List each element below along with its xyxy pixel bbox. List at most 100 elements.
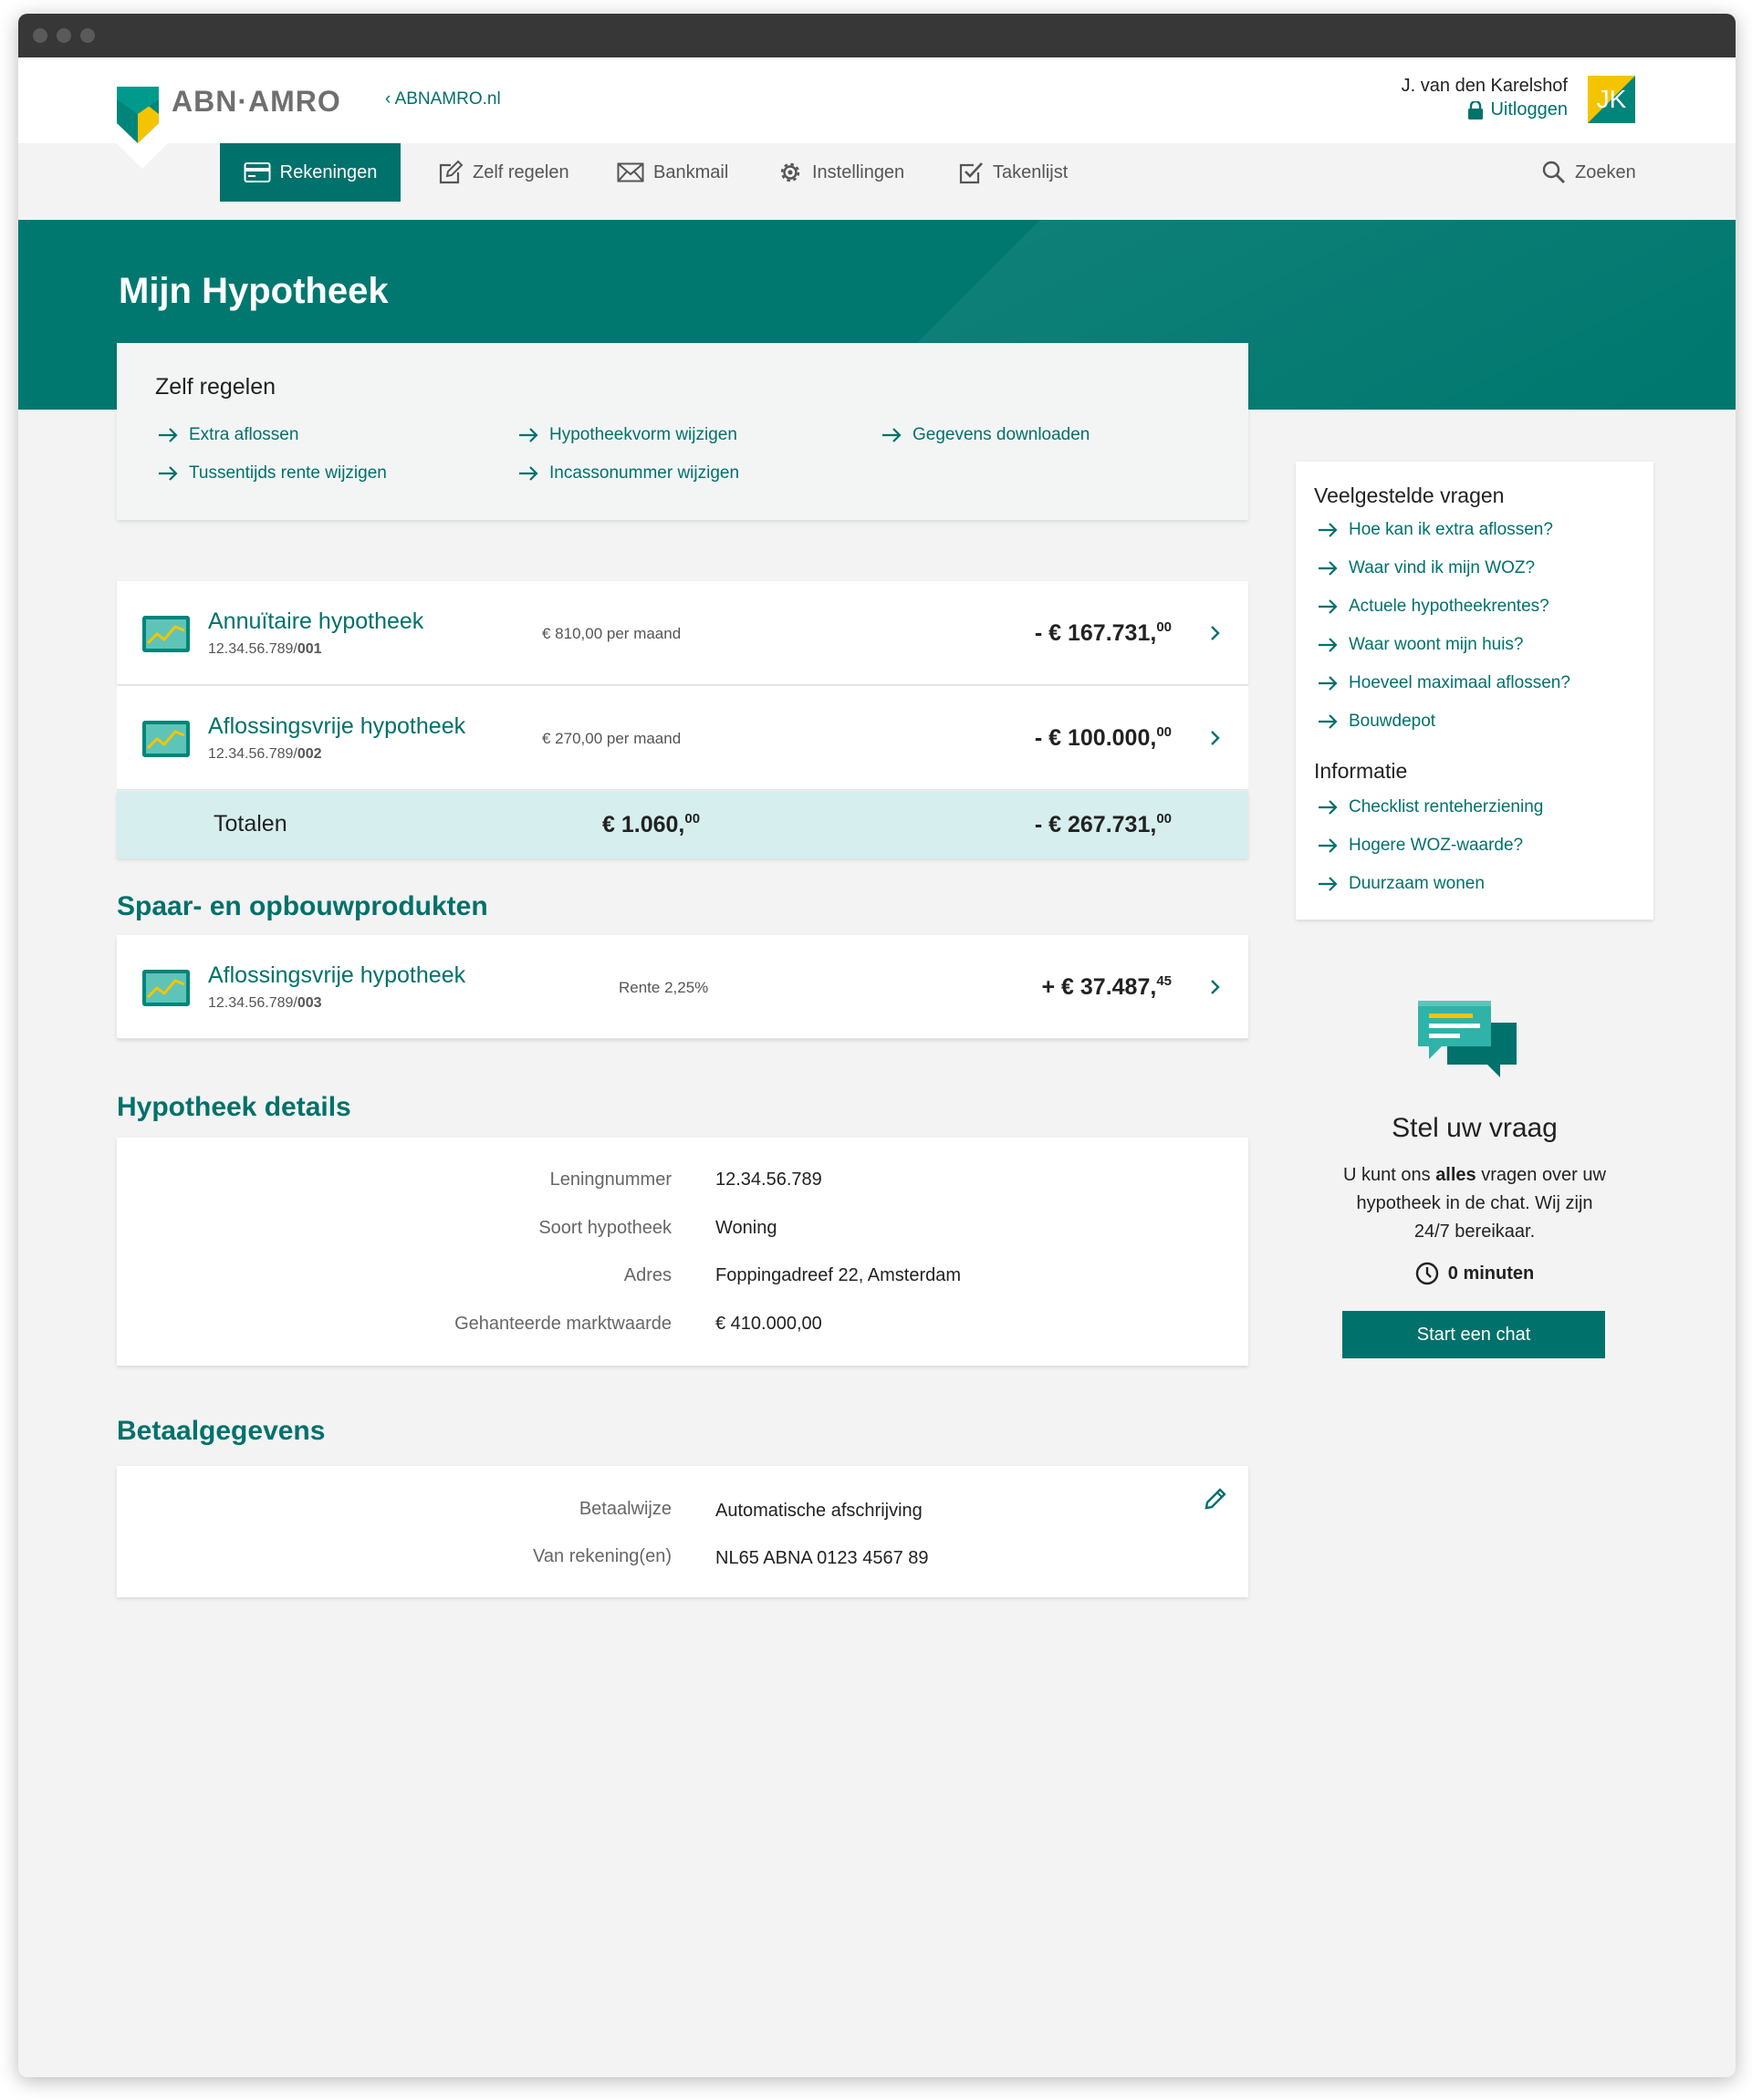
zelf-regelen-title: Zelf regelen (155, 374, 276, 400)
detail-row: Betaalwijze Automatische afschrijving (117, 1499, 1248, 1526)
account-number: 12.34.56.789/003 (208, 995, 322, 1011)
info-link[interactable]: Hogere WOZ-waarde? (1318, 836, 1523, 856)
main-nav: Rekeningen Zelf regelen Bankmail Instell… (18, 143, 1736, 202)
page-title: Mijn Hypotheek (119, 271, 389, 311)
detail-row: Gehanteerde marktwaarde € 410.000,00 (117, 1314, 1248, 1341)
abn-amro-shield-icon[interactable] (117, 87, 159, 143)
account-row[interactable]: Aflossingsvrije hypotheek 12.34.56.789/0… (117, 935, 1248, 1039)
payment-card: Betaalwijze Automatische afschrijving Va… (117, 1466, 1248, 1597)
account-balance: + € 37.487,45 (1041, 973, 1173, 1000)
account-number: 12.34.56.789/001 (208, 641, 322, 657)
back-link[interactable]: ‹ ABNAMRO.nl (385, 89, 501, 109)
chevron-left-icon: ‹ (385, 89, 391, 109)
link-hypotheekvorm-wijzigen[interactable]: Hypotheekvorm wijzigen (518, 425, 737, 445)
window-maximize-dot[interactable] (80, 28, 95, 43)
arrow-right-icon (1319, 838, 1338, 853)
chevron-right-icon[interactable] (1210, 730, 1221, 746)
account-monthly: € 270,00 per maand (542, 730, 682, 747)
totals-label: Totalen (214, 811, 287, 837)
link-gegevens-downloaden[interactable]: Gegevens downloaden (881, 425, 1090, 445)
mail-icon (617, 162, 644, 182)
credit-card-icon (244, 162, 271, 182)
user-name: J. van den Karelshof (1401, 76, 1568, 96)
payment-title: Betaalgegevens (117, 1416, 326, 1446)
arrow-right-icon (1319, 800, 1338, 815)
logout-link[interactable]: Uitloggen (1468, 99, 1568, 120)
faq-link[interactable]: Actuele hypotheekrentes? (1318, 597, 1549, 617)
zelf-regelen-card: Zelf regelen Extra aflossen Tussentijds … (117, 343, 1248, 520)
arrow-right-icon (519, 428, 538, 442)
checkbox-icon (959, 162, 983, 184)
account-number: 12.34.56.789/002 (208, 746, 322, 762)
faq-link[interactable]: Waar vind ik mijn WOZ? (1318, 558, 1535, 578)
search-label: Zoeken (1575, 161, 1636, 182)
window-close-dot[interactable] (33, 28, 47, 43)
logout-label: Uitloggen (1490, 99, 1568, 120)
nav-item-zelf-regelen[interactable]: Zelf regelen (420, 143, 588, 202)
detail-row: Leningnummer 12.34.56.789 (117, 1170, 1248, 1197)
link-incassonummer-wijzigen[interactable]: Incassonummer wijzigen (518, 463, 739, 483)
mortgage-chart-icon (142, 616, 190, 652)
nav-item-instellingen[interactable]: Instellingen (759, 143, 923, 202)
lock-icon (1468, 100, 1484, 120)
clock-icon (1415, 1262, 1438, 1285)
account-row[interactable]: Aflossingsvrije hypotheek 12.34.56.789/0… (117, 686, 1248, 790)
window-chrome (18, 14, 1736, 57)
search-button[interactable]: Zoeken (1524, 143, 1654, 202)
info-link[interactable]: Duurzaam wonen (1318, 874, 1485, 894)
account-row[interactable]: Annuïtaire hypotheek 12.34.56.789/001 € … (117, 581, 1248, 685)
faq-link[interactable]: Hoeveel maximaal aflossen? (1318, 673, 1570, 693)
detail-label: Gehanteerde marktwaarde (454, 1314, 672, 1334)
arrow-right-icon (1319, 714, 1338, 729)
mortgage-chart-icon (142, 721, 190, 757)
detail-label: Van rekening(en) (533, 1546, 672, 1566)
detail-value: NL65 ABNA 0123 4567 89 (715, 1548, 929, 1568)
faq-link[interactable]: Bouwdepot (1318, 712, 1435, 732)
nav-label: Rekeningen (279, 161, 378, 182)
faq-title: Veelgestelde vragen (1314, 483, 1505, 507)
detail-value: Automatische afschrijving (715, 1501, 923, 1521)
search-icon (1542, 161, 1565, 183)
user-block: J. van den Karelshof Uitloggen (1402, 76, 1568, 124)
nav-item-takenlijst[interactable]: Takenlijst (940, 143, 1086, 202)
arrow-right-icon (159, 428, 178, 442)
chat-wait-label: 0 minuten (1447, 1263, 1535, 1284)
link-extra-aflossen[interactable]: Extra aflossen (158, 425, 298, 445)
link-tussentijds-rente-wijzigen[interactable]: Tussentijds rente wijzigen (158, 463, 387, 483)
detail-label: Betaalwijze (579, 1499, 672, 1519)
nav-label: Takenlijst (993, 161, 1069, 182)
chevron-right-icon[interactable] (1210, 979, 1221, 995)
top-bar: ABN·AMRO ‹ ABNAMRO.nl J. van den Karelsh… (18, 57, 1736, 143)
detail-row: Soort hypotheek Woning (117, 1218, 1248, 1245)
pencil-icon[interactable] (1203, 1486, 1228, 1512)
back-link-label: ABNAMRO.nl (394, 89, 501, 109)
account-monthly: € 810,00 per maand (542, 625, 682, 642)
brand-name[interactable]: ABN·AMRO (172, 85, 341, 119)
detail-value: Foppingadreef 22, Amsterdam (715, 1265, 962, 1285)
savings-title: Spaar- en opbouwprodukten (117, 891, 488, 921)
start-chat-button[interactable]: Start een chat (1342, 1311, 1605, 1358)
avatar-initials: JK (1596, 85, 1627, 113)
savings-chart-icon (142, 970, 190, 1006)
totals-row: Totalen € 1.060,00 - € 267.731,00 (117, 791, 1248, 858)
window-minimize-dot[interactable] (57, 28, 71, 43)
chat-wait-time: 0 minuten (1296, 1262, 1653, 1285)
faq-link[interactable]: Hoe kan ik extra aflossen? (1318, 520, 1553, 540)
faq-link[interactable]: Waar woont mijn huis? (1318, 635, 1523, 655)
detail-label: Soort hypotheek (538, 1218, 672, 1238)
info-link[interactable]: Checklist renteherziening (1318, 797, 1543, 817)
arrow-right-icon (1319, 523, 1338, 537)
nav-label: Bankmail (653, 161, 729, 182)
arrow-right-icon (882, 428, 902, 442)
nav-item-bankmail[interactable]: Bankmail (599, 143, 746, 202)
totals-amount: - € 267.731,00 (1034, 811, 1172, 837)
detail-row: Van rekening(en) NL65 ABNA 0123 4567 89 (117, 1546, 1248, 1574)
account-interest: Rente 2,25% (619, 979, 709, 996)
avatar[interactable]: JK (1588, 76, 1635, 123)
nav-item-rekeningen[interactable]: Rekeningen (220, 143, 401, 202)
detail-value: 12.34.56.789 (715, 1170, 822, 1190)
chat-bubbles-icon (1418, 1001, 1517, 1077)
detail-value: € 410.000,00 (715, 1314, 822, 1334)
chevron-right-icon[interactable] (1210, 625, 1221, 641)
nav-label: Instellingen (812, 161, 905, 182)
